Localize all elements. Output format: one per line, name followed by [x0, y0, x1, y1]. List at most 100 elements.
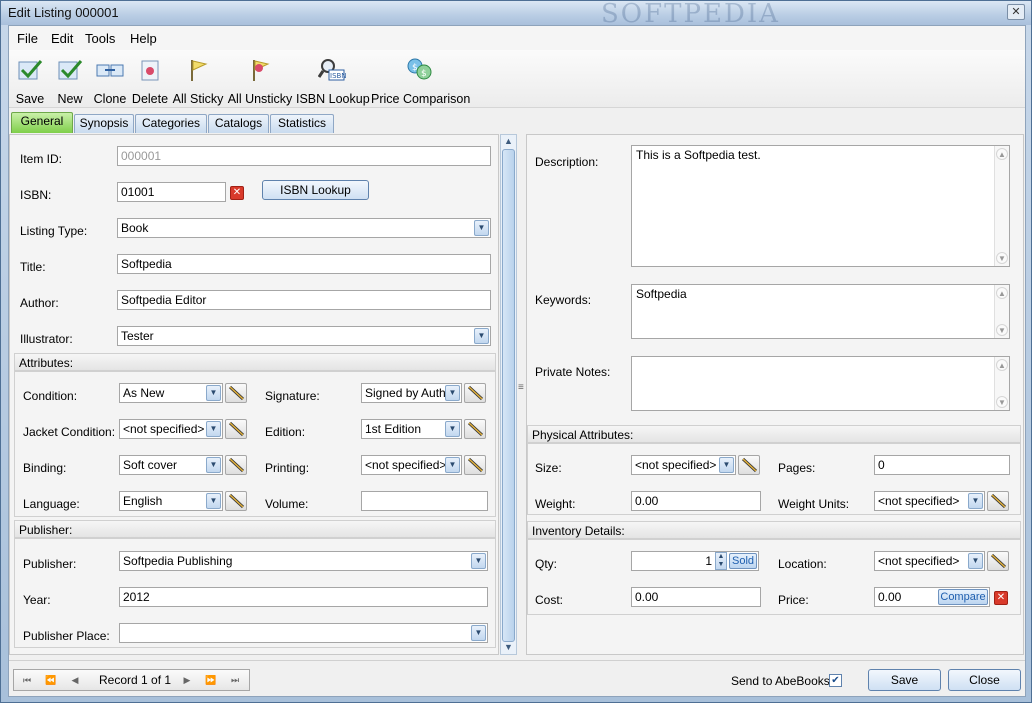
tab-statistics[interactable]: Statistics [270, 114, 334, 133]
chevron-down-icon[interactable]: ▼ [968, 493, 983, 509]
next-record-icon[interactable]: ▶ [176, 672, 198, 688]
send-to-abebooks-checkbox[interactable]: ✔ [829, 674, 842, 687]
isbn-field[interactable]: 01001 [117, 182, 226, 202]
weight-field[interactable]: 0.00 [631, 491, 761, 511]
prev-page-icon[interactable]: ⏪ [40, 672, 62, 688]
printing-value: <not specified> [365, 458, 447, 472]
save-button[interactable]: Save [868, 669, 941, 691]
language-select[interactable]: English ▼ [119, 491, 223, 511]
scroll-thumb[interactable] [502, 149, 515, 642]
menu-edit[interactable]: Edit [51, 31, 73, 46]
splitter-grip[interactable]: ≡ [518, 383, 525, 396]
weight-units-select[interactable]: <not specified> ▼ [874, 491, 985, 511]
year-field[interactable]: 2012 [119, 587, 488, 607]
chevron-down-icon[interactable]: ▼ [471, 625, 486, 641]
pencil-edit-icon[interactable] [225, 491, 247, 511]
menu-file[interactable]: File [17, 31, 38, 46]
chevron-down-icon[interactable]: ▼ [206, 493, 221, 509]
tab-categories[interactable]: Categories [135, 114, 207, 133]
chevron-down-icon[interactable]: ▼ [968, 553, 983, 569]
language-value: English [123, 494, 163, 508]
pencil-edit-icon[interactable] [987, 551, 1009, 571]
close-button[interactable]: Close [948, 669, 1021, 691]
tab-catalogs[interactable]: Catalogs [208, 114, 269, 133]
pencil-edit-icon[interactable] [987, 491, 1009, 511]
left-panel-scrollbar[interactable]: ▲ ▼ [500, 134, 517, 655]
clear-price-icon[interactable]: ✕ [994, 591, 1008, 605]
edition-select[interactable]: 1st Edition ▼ [361, 419, 462, 439]
sticky-flag-icon [191, 60, 208, 81]
record-navigator: ⏮ ⏪ ◀ Record 1 of 1 ▶ ⏩ ⏭ [13, 669, 250, 691]
binding-select[interactable]: Soft cover ▼ [119, 455, 223, 475]
chevron-down-icon[interactable]: ▼ [206, 385, 221, 401]
pencil-edit-icon[interactable] [738, 455, 760, 475]
chevron-down-icon[interactable]: ▼ [719, 457, 734, 473]
compare-button[interactable]: Compare [938, 589, 988, 605]
condition-select[interactable]: As New ▼ [119, 383, 223, 403]
printing-select[interactable]: <not specified> ▼ [361, 455, 462, 475]
isbn-lookup-toolbar-button[interactable]: ISBN ISBN Lookup [296, 50, 370, 108]
prev-record-icon[interactable]: ◀ [64, 672, 86, 688]
pencil-edit-icon[interactable] [225, 419, 247, 439]
chevron-down-icon[interactable]: ▼ [206, 457, 221, 473]
menu-tools[interactable]: Tools [85, 31, 115, 46]
last-record-icon[interactable]: ⏭ [224, 672, 246, 688]
sold-button[interactable]: Sold [729, 553, 757, 569]
clear-isbn-icon[interactable]: ✕ [230, 186, 244, 200]
chevron-down-icon[interactable]: ▼ [206, 421, 221, 437]
keywords-scrollbar[interactable]: ▲ ▼ [994, 285, 1009, 338]
description-scrollbar[interactable]: ▲ ▼ [994, 146, 1009, 266]
save-toolbar-button[interactable]: Save [11, 50, 49, 108]
cost-field[interactable]: 0.00 [631, 587, 761, 607]
pencil-edit-icon[interactable] [225, 383, 247, 403]
jacket-condition-select[interactable]: <not specified> ▼ [119, 419, 223, 439]
chevron-down-icon[interactable]: ▼ [445, 385, 460, 401]
location-select[interactable]: <not specified> ▼ [874, 551, 985, 571]
size-select[interactable]: <not specified> ▼ [631, 455, 736, 475]
pages-field[interactable]: 0 [874, 455, 1010, 475]
description-textarea[interactable]: This is a Softpedia test. ▲ ▼ [631, 145, 1010, 267]
chevron-down-icon[interactable]: ▼ [474, 328, 489, 344]
edition-value: 1st Edition [365, 422, 422, 436]
next-page-icon[interactable]: ⏩ [200, 672, 222, 688]
isbn-lookup-button[interactable]: ISBN Lookup [262, 180, 369, 200]
all-unsticky-toolbar-button[interactable]: All Unsticky [227, 50, 293, 108]
private-notes-textarea[interactable]: ▲ ▼ [631, 356, 1010, 411]
chevron-down-icon[interactable]: ▼ [445, 421, 460, 437]
qty-value: 1 [705, 554, 712, 568]
illustrator-select[interactable]: Tester ▼ [117, 326, 491, 346]
qty-spinner[interactable]: ▲ ▼ [715, 552, 727, 570]
publisher-select[interactable]: Softpedia Publishing ▼ [119, 551, 488, 571]
scroll-up-icon[interactable]: ▲ [502, 135, 515, 148]
clone-toolbar-button[interactable]: Clone [92, 50, 128, 108]
volume-field[interactable] [361, 491, 488, 511]
pencil-edit-icon[interactable] [464, 419, 486, 439]
listing-type-value: Book [121, 221, 149, 235]
price-comparison-toolbar-button[interactable]: $ $ Price Comparison [371, 50, 470, 108]
pencil-edit-icon[interactable] [225, 455, 247, 475]
new-toolbar-button[interactable]: New [51, 50, 89, 108]
chevron-down-icon[interactable]: ▼ [471, 553, 486, 569]
keywords-textarea[interactable]: Softpedia ▲ ▼ [631, 284, 1010, 339]
publisher-place-select[interactable]: ▼ [119, 623, 488, 643]
listing-type-select[interactable]: Book ▼ [117, 218, 491, 238]
menu-help[interactable]: Help [130, 31, 157, 46]
private-notes-scrollbar[interactable]: ▲ ▼ [994, 357, 1009, 410]
author-field[interactable]: Softpedia Editor [117, 290, 491, 310]
weight-units-label: Weight Units: [778, 497, 850, 511]
scroll-down-icon[interactable]: ▼ [502, 641, 515, 654]
first-record-icon[interactable]: ⏮ [16, 672, 38, 688]
delete-toolbar-button[interactable]: Delete [131, 50, 169, 108]
jacket-condition-value: <not specified> [123, 422, 205, 436]
chevron-down-icon[interactable]: ▼ [445, 457, 460, 473]
tab-general[interactable]: General [11, 112, 73, 133]
illustrator-label: Illustrator: [20, 332, 73, 346]
chevron-down-icon[interactable]: ▼ [474, 220, 489, 236]
all-sticky-toolbar-button[interactable]: All Sticky [172, 50, 224, 108]
title-field[interactable]: Softpedia [117, 254, 491, 274]
pencil-edit-icon[interactable] [464, 455, 486, 475]
window-close-button[interactable]: ✕ [1007, 4, 1025, 20]
pencil-edit-icon[interactable] [464, 383, 486, 403]
signature-select[interactable]: Signed by Author ▼ [361, 383, 462, 403]
tab-synopsis[interactable]: Synopsis [74, 114, 134, 133]
